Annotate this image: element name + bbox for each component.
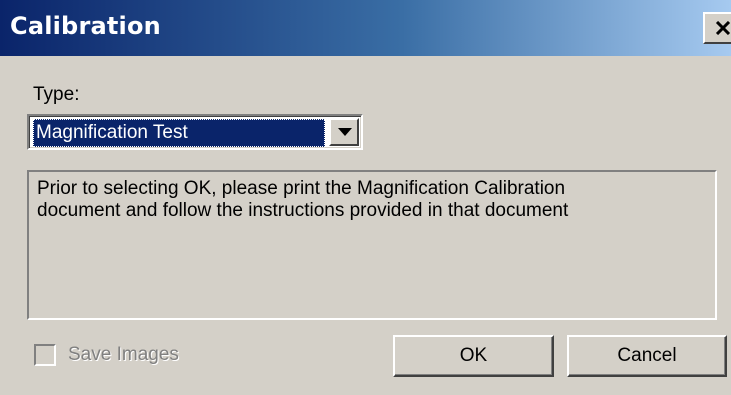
save-images-label: Save Images: [68, 344, 179, 365]
type-select[interactable]: Magnification Test: [27, 114, 363, 150]
ok-button[interactable]: OK: [393, 335, 554, 377]
close-button[interactable]: [703, 12, 731, 44]
save-images-checkbox[interactable]: [34, 344, 56, 366]
cancel-button[interactable]: Cancel: [567, 335, 727, 377]
dialog-title: Calibration: [10, 12, 161, 40]
type-label: Type:: [33, 84, 80, 105]
title-bar[interactable]: Calibration: [0, 0, 731, 56]
type-selected-value[interactable]: Magnification Test: [33, 119, 325, 147]
close-icon: [715, 21, 731, 35]
chevron-down-icon: [338, 128, 352, 136]
instructions-panel: Prior to selecting OK, please print the …: [27, 170, 717, 320]
instructions-text: Prior to selecting OK, please print the …: [37, 178, 569, 221]
calibration-dialog: Calibration Type: Magnification Test Pri…: [0, 0, 731, 395]
type-dropdown-button[interactable]: [329, 118, 359, 146]
